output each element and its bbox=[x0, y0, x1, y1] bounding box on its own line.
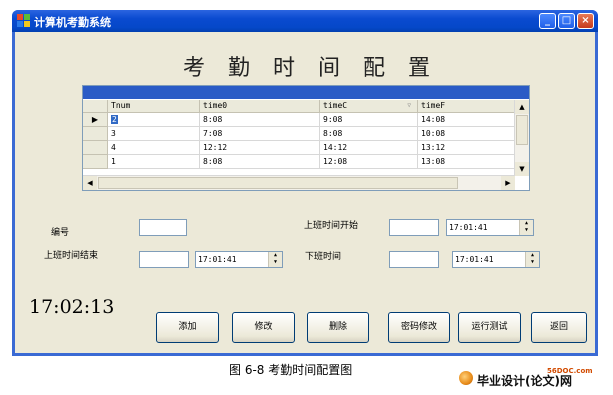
work-end-input[interactable] bbox=[139, 251, 189, 268]
watermark-text: 毕业设计(论文)网 bbox=[477, 374, 572, 388]
work-start-time-picker[interactable]: 17:01:41 ▲ ▼ bbox=[446, 219, 534, 236]
vertical-scrollbar[interactable]: ▲ ▼ bbox=[514, 100, 529, 176]
column-header-timec-label: timeC bbox=[323, 101, 348, 110]
grid-corner-header bbox=[83, 100, 108, 113]
horizontal-scrollbar[interactable]: ◀ ▶ bbox=[83, 175, 515, 190]
spinner-arrows-icon[interactable]: ▲ ▼ bbox=[519, 220, 533, 235]
table-cell-timef[interactable]: 13:08 bbox=[418, 155, 515, 169]
work-end-label: 上班时间结束 bbox=[44, 251, 99, 261]
column-header-timef[interactable]: timeF bbox=[418, 100, 515, 113]
sort-arrow-icon: ▽ bbox=[407, 102, 411, 109]
table-cell-tnum[interactable]: 4 bbox=[108, 141, 200, 155]
figure-caption: 图 6-8 考勤时间配置图 bbox=[229, 363, 353, 377]
table-cell-time0[interactable]: 8:08 bbox=[200, 113, 320, 127]
spinner-arrows-icon[interactable]: ▲ ▼ bbox=[268, 252, 282, 267]
table-cell-time0[interactable]: 7:08 bbox=[200, 127, 320, 141]
grid-caption-band bbox=[83, 86, 529, 99]
maximize-button[interactable]: □ bbox=[558, 13, 575, 29]
table-cell-timec[interactable]: 12:08 bbox=[320, 155, 418, 169]
work-start-time-value: 17:01:41 bbox=[449, 223, 488, 232]
delete-button[interactable]: 删除 bbox=[307, 312, 369, 343]
table-cell-tnum[interactable]: 2 bbox=[108, 113, 200, 127]
id-input[interactable] bbox=[139, 219, 187, 236]
table-cell-timef[interactable]: 10:08 bbox=[418, 127, 515, 141]
attendance-time-grid[interactable]: Tnum time0 timeC ▽ timeF ▶ 2 8:08 9:08 1… bbox=[82, 85, 530, 191]
scroll-right-arrow-icon[interactable]: ▶ bbox=[501, 176, 515, 190]
table-cell-timec[interactable]: 8:08 bbox=[320, 127, 418, 141]
window-client-area: 考勤时间配置 Tnum time0 timeC ▽ timeF ▶ 2 8:08… bbox=[15, 32, 595, 353]
edit-button[interactable]: 修改 bbox=[232, 312, 295, 343]
off-work-time-picker[interactable]: 17:01:41 ▲ ▼ bbox=[452, 251, 540, 268]
row-header[interactable] bbox=[83, 155, 108, 169]
row-header[interactable] bbox=[83, 127, 108, 141]
off-work-label: 下班时间 bbox=[305, 252, 342, 262]
table-cell-timec[interactable]: 9:08 bbox=[320, 113, 418, 127]
current-time-display: 17:02:13 bbox=[29, 296, 115, 318]
id-label: 编号 bbox=[51, 228, 70, 238]
change-password-button[interactable]: 密码修改 bbox=[388, 312, 450, 343]
current-row-arrow-icon: ▶ bbox=[91, 115, 99, 124]
row-header-current[interactable]: ▶ bbox=[83, 113, 108, 127]
selected-cell-value: 2 bbox=[111, 115, 118, 124]
table-cell-tnum[interactable]: 3 bbox=[108, 127, 200, 141]
spinner-arrows-icon[interactable]: ▲ ▼ bbox=[525, 252, 539, 267]
close-button[interactable]: × bbox=[577, 13, 594, 29]
row-header[interactable] bbox=[83, 141, 108, 155]
off-work-input[interactable] bbox=[389, 251, 439, 268]
minimize-button[interactable]: _ bbox=[539, 13, 556, 29]
run-test-button[interactable]: 运行测试 bbox=[458, 312, 521, 343]
column-header-time0[interactable]: time0 bbox=[200, 100, 320, 113]
page-title: 考勤时间配置 bbox=[183, 56, 454, 81]
scroll-down-arrow-icon[interactable]: ▼ bbox=[515, 162, 529, 176]
horizontal-scroll-thumb[interactable] bbox=[98, 177, 458, 189]
watermark-logo-icon bbox=[459, 371, 473, 385]
work-start-input[interactable] bbox=[389, 219, 439, 236]
title-bar[interactable]: 计算机考勤系统 _ □ × bbox=[12, 10, 598, 32]
work-end-time-picker[interactable]: 17:01:41 ▲ ▼ bbox=[195, 251, 283, 268]
work-end-time-value: 17:01:41 bbox=[198, 255, 237, 264]
add-button[interactable]: 添加 bbox=[156, 312, 219, 343]
table-cell-timef[interactable]: 13:12 bbox=[418, 141, 515, 155]
table-cell-time0[interactable]: 8:08 bbox=[200, 155, 320, 169]
table-cell-time0[interactable]: 12:12 bbox=[200, 141, 320, 155]
scroll-left-arrow-icon[interactable]: ◀ bbox=[83, 176, 97, 190]
scroll-up-arrow-icon[interactable]: ▲ bbox=[515, 100, 529, 114]
off-work-time-value: 17:01:41 bbox=[455, 255, 494, 264]
table-cell-timec[interactable]: 14:12 bbox=[320, 141, 418, 155]
app-window: 计算机考勤系统 _ □ × 考勤时间配置 Tnum time0 timeC ▽ … bbox=[12, 10, 598, 356]
app-icon bbox=[17, 14, 30, 27]
column-header-tnum[interactable]: Tnum bbox=[108, 100, 200, 113]
back-button[interactable]: 返回 bbox=[531, 312, 587, 343]
table-cell-tnum[interactable]: 1 bbox=[108, 155, 200, 169]
work-start-label: 上班时间开始 bbox=[304, 221, 359, 231]
vertical-scroll-thumb[interactable] bbox=[516, 115, 528, 145]
table-cell-timef[interactable]: 14:08 bbox=[418, 113, 515, 127]
column-header-timec[interactable]: timeC ▽ bbox=[320, 100, 418, 113]
window-title: 计算机考勤系统 bbox=[34, 16, 111, 29]
